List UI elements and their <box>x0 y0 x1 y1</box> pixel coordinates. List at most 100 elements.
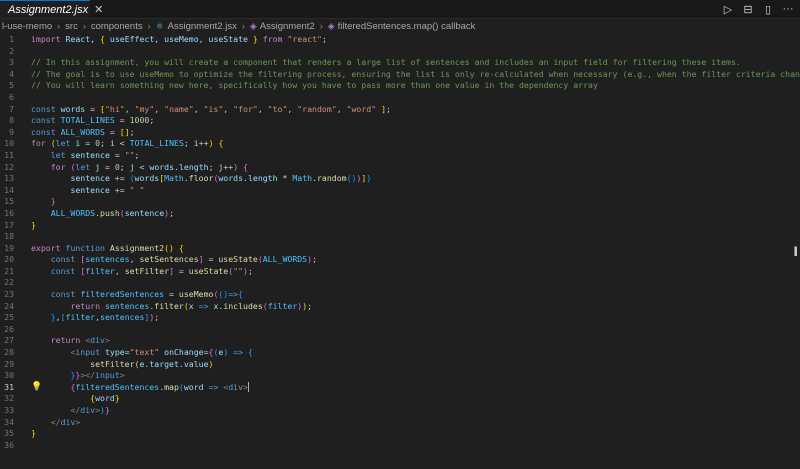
text-cursor <box>247 382 249 393</box>
code-line[interactable]: 15 } <box>0 196 800 208</box>
code-text[interactable]: // In this assignment, you will create a… <box>31 57 741 69</box>
code-text[interactable]: const words = ["hi", "my", "name", "is",… <box>31 104 391 116</box>
code-line[interactable]: 3 // In this assignment, you will create … <box>0 57 800 69</box>
chevron-right-icon: › <box>319 21 323 31</box>
symbol-icon: ◈ <box>327 20 335 31</box>
code-line[interactable]: 9 const ALL_WORDS = []; <box>0 127 800 139</box>
code-line[interactable]: 36 <box>0 440 800 452</box>
more-icon[interactable]: ··· <box>782 3 794 15</box>
line-number: 21 <box>4 265 14 276</box>
code-text[interactable]: setFilter(e.target.value) <box>31 359 213 371</box>
breadcrumb-item[interactable]: Assignment2 <box>260 21 315 32</box>
code-line[interactable]: 18 <box>0 231 800 243</box>
line-number: 10 <box>4 138 14 149</box>
code-editor[interactable]: 1 import React, { useEffect, useMemo, use… <box>0 34 800 469</box>
code-line[interactable]: 1 import React, { useEffect, useMemo, use… <box>0 34 800 46</box>
code-text[interactable]: return <div> <box>31 335 110 347</box>
breadcrumb-item[interactable]: components <box>91 21 143 32</box>
code-text[interactable]: } <box>31 196 56 208</box>
code-text[interactable]: } <box>31 428 36 440</box>
line-number: 31 <box>4 381 14 392</box>
code-text[interactable]: for (let i = 0; i < TOTAL_LINES; i++) { <box>31 138 223 150</box>
close-icon[interactable]: ✕ <box>94 3 103 16</box>
code-text[interactable]: </div> <box>31 417 81 429</box>
run-icon[interactable]: ▷ <box>722 3 734 16</box>
code-text[interactable]: const [sentences, setSentences] = useSta… <box>31 254 317 266</box>
code-line[interactable]: 26 <box>0 324 800 336</box>
code-text[interactable]: import React, { useEffect, useMemo, useS… <box>31 34 327 46</box>
code-line[interactable]: 4 // The goal is to use useMemo to optimi… <box>0 69 800 81</box>
breadcrumb-item[interactable]: src <box>65 21 78 32</box>
tab-assignment2[interactable]: Assignment2.jsx ✕ <box>0 0 103 18</box>
breadcrumb-item[interactable]: filteredSentences.map() callback <box>338 21 476 32</box>
line-number: 12 <box>4 161 14 172</box>
code-line[interactable]: 12 for (let j = 0; j < words.length; j++… <box>0 162 800 174</box>
code-text[interactable]: for (let j = 0; j < words.length; j++) { <box>31 162 248 174</box>
line-number: 23 <box>4 289 14 300</box>
code-line[interactable]: 23 const filteredSentences = useMemo(()=… <box>0 289 800 301</box>
code-text[interactable]: <input type="text" onChange={(e) => { <box>31 347 253 359</box>
code-text[interactable]: </div>)} <box>31 405 109 417</box>
code-text[interactable]: },[filter,sentences]); <box>31 312 160 324</box>
code-line[interactable]: 13 sentence += (words[Math.floor(words.l… <box>0 173 800 185</box>
code-line[interactable]: 14 sentence += " " <box>0 185 800 197</box>
react-icon: ⚛ <box>155 20 164 31</box>
code-line[interactable]: 19 export function Assignment2() { <box>0 243 800 255</box>
symbol-icon: ◈ <box>249 20 257 31</box>
code-line[interactable]: 28 <input type="text" onChange={(e) => { <box>0 347 800 359</box>
code-text[interactable]: const TOTAL_LINES = 1000; <box>31 115 154 127</box>
code-line[interactable]: 20 const [sentences, setSentences] = use… <box>0 254 800 266</box>
code-line[interactable]: 24 return sentences.filter(x => x.includ… <box>0 301 800 313</box>
code-text[interactable]: let sentence = ""; <box>31 150 140 162</box>
split-editor-icon[interactable]: ⊟ <box>742 3 754 16</box>
code-line-active[interactable]: 31 💡 {filteredSentences.map(word => <div> <box>0 382 800 394</box>
code-line[interactable]: 27 return <div> <box>0 335 800 347</box>
chevron-right-icon: › <box>82 21 86 31</box>
code-line[interactable]: 29 setFilter(e.target.value) <box>0 359 800 371</box>
breadcrumb-item[interactable]: Assignment2.jsx <box>168 21 237 32</box>
code-text[interactable]: const ALL_WORDS = []; <box>31 127 135 139</box>
chevron-right-icon: › <box>147 21 151 31</box>
code-line[interactable]: 11 let sentence = ""; <box>0 150 800 162</box>
code-text[interactable]: const [filter, setFilter] = useState("")… <box>31 266 253 278</box>
code-line[interactable]: 21 const [filter, setFilter] = useState(… <box>0 266 800 278</box>
code-text[interactable]: const filteredSentences = useMemo(()=>{ <box>31 289 243 301</box>
code-line[interactable]: 5 // You will learn something new here, s… <box>0 80 800 92</box>
code-text[interactable]: return sentences.filter(x => x.includes(… <box>31 301 312 313</box>
code-line[interactable]: 25 },[filter,sentences]); <box>0 312 800 324</box>
breadcrumb-item[interactable]: l-use-memo <box>2 21 52 32</box>
code-line[interactable]: 30 }}></input> <box>0 370 800 382</box>
code-line[interactable]: 2 <box>0 46 800 58</box>
code-text[interactable]: {filteredSentences.map(word => <div> <box>31 382 249 394</box>
code-line[interactable]: 33 </div>)} <box>0 405 800 417</box>
line-number: 5 <box>9 80 14 91</box>
line-number: 33 <box>4 405 14 415</box>
line-number: 8 <box>9 115 14 126</box>
code-text[interactable]: // You will learn something new here, sp… <box>31 80 598 92</box>
code-text[interactable]: }}></input> <box>31 370 124 382</box>
code-text[interactable]: {word} <box>31 393 120 405</box>
code-line[interactable]: 17} <box>0 220 800 232</box>
code-line[interactable]: 6 <box>0 92 800 104</box>
code-line[interactable]: 34 </div> <box>0 417 800 429</box>
code-text[interactable]: ALL_WORDS.push(sentence); <box>31 208 174 220</box>
code-line[interactable]: 16 ALL_WORDS.push(sentence); <box>0 208 800 220</box>
code-text[interactable]: // The goal is to use useMemo to optimiz… <box>31 69 800 81</box>
code-text[interactable]: sentence += (words[Math.floor(words.leng… <box>31 173 371 185</box>
code-text[interactable]: export function Assignment2() { <box>31 243 184 255</box>
line-number: 17 <box>4 219 14 230</box>
code-line[interactable]: 22 <box>0 277 800 289</box>
code-line[interactable]: 8 const TOTAL_LINES = 1000; <box>0 115 800 127</box>
chevron-right-icon: › <box>241 21 245 31</box>
code-line[interactable]: 10 for (let i = 0; i < TOTAL_LINES; i++) … <box>0 138 800 150</box>
code-line[interactable]: 32 {word} <box>0 393 800 405</box>
code-text[interactable]: } <box>31 220 36 232</box>
code-line[interactable]: 7 const words = ["hi", "my", "name", "is"… <box>0 104 800 116</box>
line-number: 9 <box>9 126 14 137</box>
code-line[interactable]: 35} <box>0 428 800 440</box>
code-text[interactable]: sentence += " " <box>31 185 144 197</box>
layout-icon[interactable]: ▯ <box>762 3 774 16</box>
line-number: 6 <box>9 91 14 102</box>
scrollbar-marker[interactable]: ▐ <box>792 246 798 256</box>
line-number: 1 <box>9 34 14 44</box>
